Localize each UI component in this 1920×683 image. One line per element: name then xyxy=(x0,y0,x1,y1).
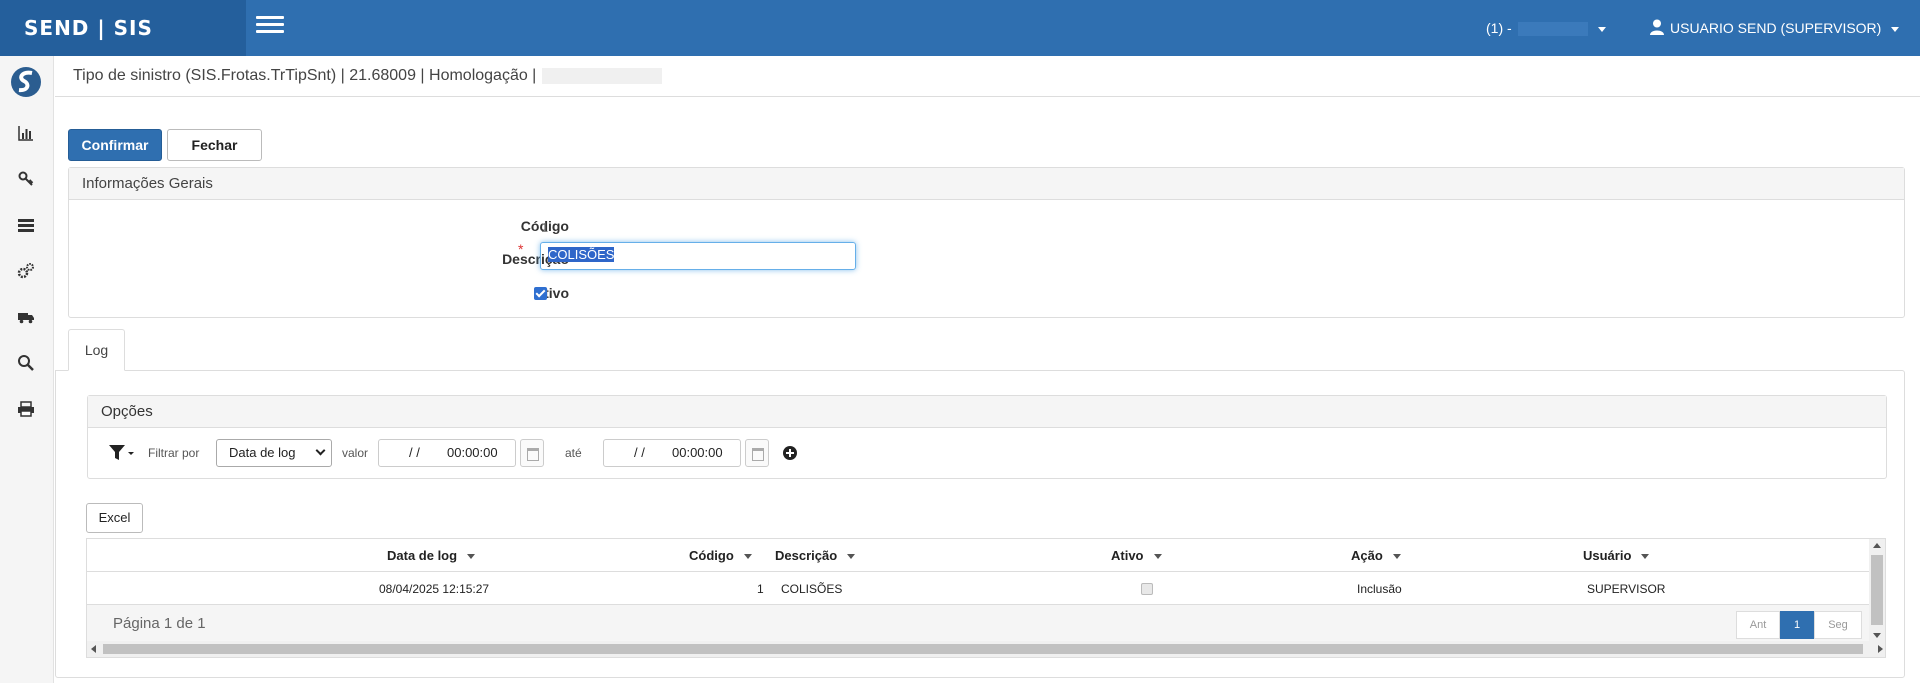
sort-icon xyxy=(467,554,476,560)
calendar-to-icon[interactable] xyxy=(745,439,769,467)
column-header-usuario[interactable]: Usuário xyxy=(1583,539,1650,572)
ate-label: até xyxy=(565,446,582,460)
grid-header: Data de log Código Descrição Ativo Ação … xyxy=(87,539,1871,572)
tab-log[interactable]: Log xyxy=(68,329,125,371)
filter-field-value: Data de log xyxy=(229,445,296,460)
general-info-panel: Informações Gerais Código 1 Descrição * … xyxy=(68,167,1905,318)
page-title-bar: Tipo de sinistro (SIS.Frotas.TrTipSnt) |… xyxy=(55,56,1920,97)
hamburger-menu-icon[interactable] xyxy=(256,16,284,38)
user-menu[interactable]: USUARIO SEND (SUPERVISOR) xyxy=(1650,0,1900,56)
chevron-down-icon xyxy=(315,445,326,456)
date-to-input[interactable]: / / 00:00:00 xyxy=(603,439,741,467)
key-icon[interactable] xyxy=(17,170,35,188)
sort-icon xyxy=(1153,554,1162,560)
cell-descricao: COLISÕES xyxy=(781,582,843,596)
app-brand[interactable]: SEND | SIS xyxy=(0,0,246,56)
filter-by-label: Filtrar por xyxy=(148,446,200,460)
gears-icon[interactable] xyxy=(17,262,35,280)
ativo-label: Ativo xyxy=(534,285,569,301)
filter-icon[interactable] xyxy=(108,444,134,462)
column-header-data[interactable]: Data de log xyxy=(387,539,476,572)
log-grid: Data de log Código Descrição Ativo Ação … xyxy=(86,538,1886,658)
time-from-value: 00:00:00 xyxy=(447,445,498,460)
company-selector[interactable]: (1) - xyxy=(1486,0,1606,56)
pager-page-1[interactable]: 1 xyxy=(1780,611,1814,639)
filter-row: Filtrar por Data de log valor / / 00:00:0… xyxy=(88,428,1886,478)
print-icon[interactable] xyxy=(17,400,35,418)
horizontal-scrollbar[interactable] xyxy=(87,641,1885,657)
sort-icon xyxy=(847,554,856,560)
pager-text: Página 1 de 1 xyxy=(113,615,206,632)
truck-icon[interactable] xyxy=(17,308,35,326)
column-header-ativo[interactable]: Ativo xyxy=(1111,539,1162,572)
user-name: USUARIO SEND (SUPERVISOR) xyxy=(1670,20,1882,36)
ativo-checkbox[interactable] xyxy=(534,287,547,300)
options-panel: Opções Filtrar por Data de log valor / /… xyxy=(87,395,1887,479)
column-header-codigo[interactable]: Código xyxy=(689,539,752,572)
environment-redacted xyxy=(542,67,663,84)
close-button[interactable]: Fechar xyxy=(167,129,262,161)
vertical-scrollbar[interactable] xyxy=(1869,539,1885,642)
general-info-heading: Informações Gerais xyxy=(69,168,1904,200)
column-header-acao[interactable]: Ação xyxy=(1351,539,1401,572)
calendar-from-icon[interactable] xyxy=(520,439,544,467)
user-icon xyxy=(1650,19,1664,36)
left-sidebar xyxy=(0,56,54,683)
search-icon[interactable] xyxy=(17,354,35,372)
descricao-input-value: COLISÕES xyxy=(548,247,615,262)
excel-button[interactable]: Excel xyxy=(86,503,143,533)
grid-pager: Página 1 de 1 Ant 1 Seg xyxy=(87,605,1871,642)
codigo-value: 1 xyxy=(541,220,549,235)
date-from-input[interactable]: / / 00:00:00 xyxy=(378,439,516,467)
app-logo-icon[interactable] xyxy=(10,66,42,98)
sort-icon xyxy=(1392,554,1401,560)
cell-acao: Inclusão xyxy=(1357,582,1402,596)
chevron-down-icon xyxy=(1891,26,1900,32)
chart-icon[interactable] xyxy=(17,124,35,142)
sort-icon xyxy=(743,554,752,560)
chevron-down-icon xyxy=(1597,26,1606,32)
pager-next-button[interactable]: Seg xyxy=(1814,611,1862,639)
descricao-input[interactable]: COLISÕES xyxy=(540,242,856,270)
date-from-placeholder: / / xyxy=(409,445,420,460)
time-to-value: 00:00:00 xyxy=(672,445,723,460)
cell-usuario: SUPERVISOR xyxy=(1587,582,1666,596)
cell-codigo: 1 xyxy=(757,582,764,596)
valor-label: valor xyxy=(342,446,369,460)
pager-prev-button[interactable]: Ant xyxy=(1736,611,1780,639)
filter-field-select[interactable]: Data de log xyxy=(216,439,332,467)
cell-data: 08/04/2025 12:15:27 xyxy=(379,582,490,596)
add-filter-icon[interactable] xyxy=(783,446,797,460)
table-row[interactable]: 08/04/2025 12:15:27 1 COLISÕES Inclusão … xyxy=(87,573,1871,605)
company-name-redacted xyxy=(1517,22,1588,37)
date-to-placeholder: / / xyxy=(634,445,645,460)
column-header-descricao[interactable]: Descrição xyxy=(775,539,856,572)
top-bar: SEND | SIS (1) - USUARIO SEND (SUPERVISO… xyxy=(0,0,1920,56)
list-icon[interactable] xyxy=(17,216,35,234)
required-mark: * xyxy=(518,241,524,257)
confirm-button[interactable]: Confirmar xyxy=(68,129,162,161)
page-title: Tipo de sinistro (SIS.Frotas.TrTipSnt) |… xyxy=(73,67,537,84)
cell-ativo-checkbox xyxy=(1141,583,1153,595)
codigo-label: Código xyxy=(520,218,569,234)
company-label: (1) - xyxy=(1486,20,1512,36)
sort-icon xyxy=(1641,554,1650,560)
options-heading: Opções xyxy=(88,396,1886,428)
